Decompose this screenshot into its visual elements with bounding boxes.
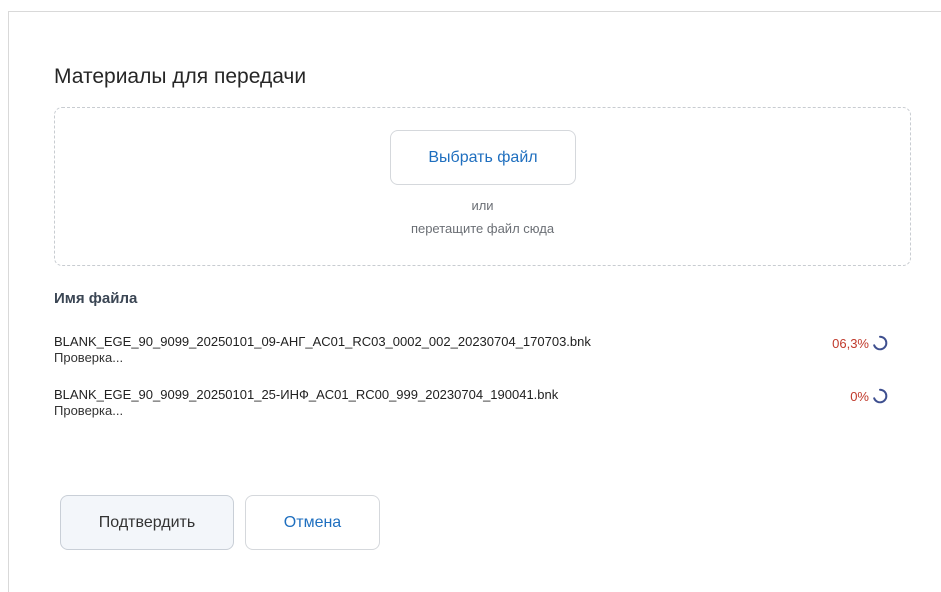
drag-hint: перетащите файл сюда	[410, 221, 555, 236]
spinner-icon	[873, 335, 888, 351]
progress-percent: 06,3%	[832, 335, 869, 351]
progress-percent: 0%	[850, 388, 869, 404]
cancel-button[interactable]: Отмена	[245, 495, 380, 550]
file-status: Проверка...	[54, 350, 124, 365]
file-progress: 06,3%	[832, 334, 889, 352]
file-list-item: BLANK_EGE_90_9099_20250101_09-АНГ_AC01_R…	[54, 334, 889, 366]
confirm-button[interactable]: Подтвердить	[60, 495, 234, 550]
file-list-item: BLANK_EGE_90_9099_20250101_25-ИНФ_AC01_R…	[54, 387, 889, 419]
or-label: или	[471, 198, 494, 213]
choose-file-button[interactable]: Выбрать файл	[390, 130, 576, 185]
spinner-icon	[873, 388, 888, 404]
upload-panel: Материалы для передачи Выбрать файл или …	[8, 11, 941, 592]
file-status: Проверка...	[54, 403, 124, 418]
dialog-title: Материалы для передачи	[54, 65, 307, 88]
file-name: BLANK_EGE_90_9099_20250101_09-АНГ_AC01_R…	[54, 334, 591, 349]
file-name: BLANK_EGE_90_9099_20250101_25-ИНФ_AC01_R…	[54, 387, 559, 402]
file-progress: 0%	[850, 387, 889, 405]
file-list-header: Имя файла	[54, 290, 138, 307]
file-dropzone[interactable]: Выбрать файл или перетащите файл сюда	[54, 107, 911, 266]
